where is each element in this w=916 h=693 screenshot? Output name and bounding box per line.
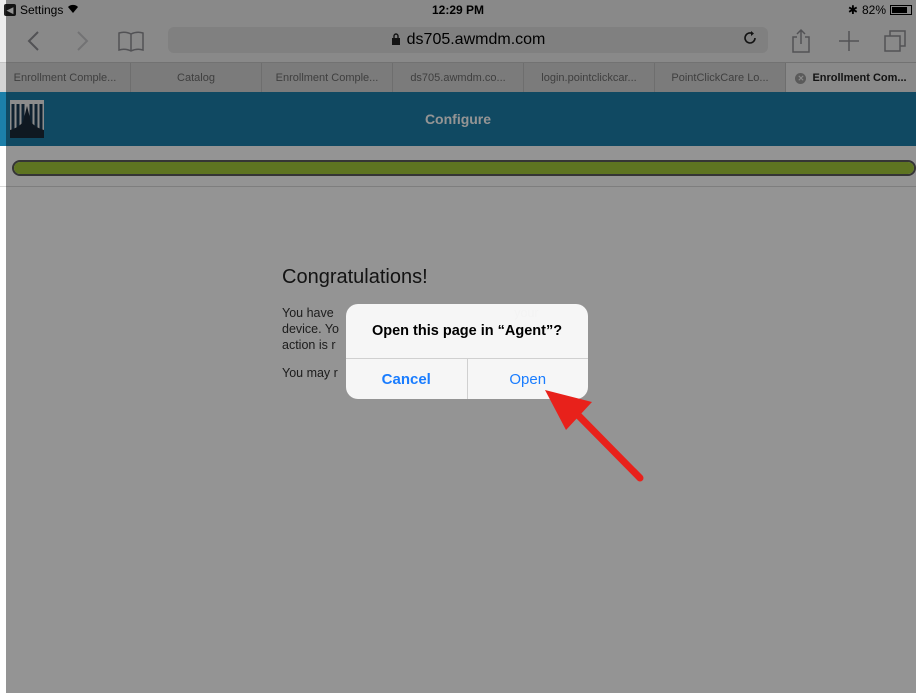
open-button[interactable]: Open xyxy=(468,359,589,399)
alert-actions: Cancel Open xyxy=(346,359,588,399)
open-in-app-alert: Open this page in “Agent”? Cancel Open xyxy=(346,304,588,399)
alert-message: Open this page in “Agent”? xyxy=(346,304,588,359)
cancel-button[interactable]: Cancel xyxy=(346,359,468,399)
